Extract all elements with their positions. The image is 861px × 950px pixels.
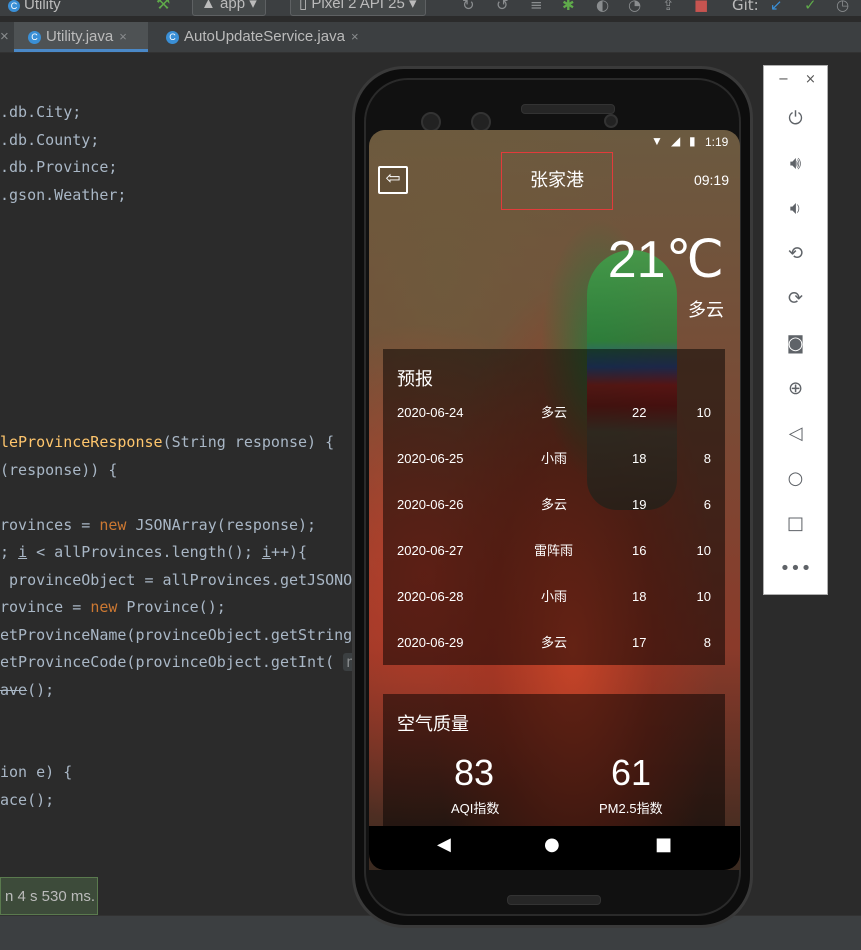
git-label: Git:	[732, 0, 759, 14]
wifi-icon: ▼	[651, 134, 663, 148]
top-speaker	[521, 104, 615, 114]
debug-bug-icon[interactable]: ✱	[562, 0, 575, 14]
nav-back-icon[interactable]: ◀	[437, 834, 451, 855]
nav-back-button[interactable]: ⇦	[378, 166, 408, 194]
back-icon[interactable]: ◁	[764, 419, 827, 449]
bottom-speaker	[507, 895, 601, 905]
sensor-icon	[471, 112, 491, 132]
minimize-button[interactable]: −	[778, 72, 789, 87]
status-time: 1:19	[705, 135, 729, 149]
code-line: (response)) {	[0, 461, 118, 479]
code-line: leProvinceResponse(String response) {	[0, 433, 335, 451]
gauge-icon[interactable]: ◔	[628, 0, 641, 14]
apply-code-changes-icon[interactable]: ↺	[496, 0, 509, 14]
phone-status-bar: ▼ ◢ ▮ 1:19	[369, 130, 740, 154]
close-icon[interactable]: ×	[119, 29, 127, 44]
volume-down-icon[interactable]: 🔉︎	[764, 194, 827, 224]
forecast-row: 2020-06-25 小雨 18 8	[397, 451, 711, 466]
code-line: etProvinceName(provinceObject.getString	[0, 626, 353, 644]
forecast-row: 2020-06-29 多云 17 8	[397, 635, 711, 650]
current-temperature: 21℃	[607, 231, 724, 289]
battery-icon: ▮	[689, 134, 696, 148]
code-line: etProvinceCode(provinceObject.getInt( n	[0, 653, 359, 671]
signal-icon: ◢	[671, 134, 681, 148]
power-icon[interactable]: ⏻	[764, 104, 827, 134]
code-line: provinceObject = allProvinces.getJSONO	[0, 571, 353, 589]
update-time: 09:19	[693, 172, 729, 188]
forecast-row: 2020-06-28 小雨 18 10	[397, 589, 711, 604]
pm25-value: 61	[611, 752, 652, 793]
forecast-row: 2020-06-24 多云 22 10	[397, 405, 711, 420]
nav-home-icon[interactable]: ●	[544, 834, 560, 855]
history-icon[interactable]: ◷	[836, 0, 849, 14]
code-line: .gson.Weather;	[0, 186, 127, 204]
rotate-left-icon[interactable]: ⟲	[764, 239, 827, 269]
class-icon: C	[28, 31, 41, 44]
build-toast[interactable]: n 4 s 530 ms.	[0, 877, 98, 915]
code-line: rovince = new Province();	[0, 598, 226, 616]
aqi-label: AQI指数	[451, 801, 500, 816]
git-update-icon[interactable]: ↙	[770, 0, 783, 14]
run-coverage-icon[interactable]: ⇪	[662, 0, 675, 14]
proximity-sensor	[604, 114, 618, 128]
tab-overflow-close[interactable]: ×	[0, 22, 10, 52]
code-line: .db.City;	[0, 103, 82, 121]
build-hammer-icon[interactable]: ⚒	[156, 0, 170, 13]
profile-icon[interactable]: ◐	[596, 0, 609, 14]
device-select[interactable]: ▯ Pixel 2 API 25 ▾	[290, 0, 426, 16]
code-line: rovinces = new JSONArray(response);	[0, 516, 317, 534]
camera-icon[interactable]: ◙	[764, 329, 827, 359]
ide-toolbar: C Utility ⚒ ▲ app ▾ ▯ Pixel 2 API 25 ▾ ↻ …	[0, 0, 861, 16]
run-config-select[interactable]: ▲ app ▾	[192, 0, 266, 16]
weather-screen: ▼ ◢ ▮ 1:19 ⇦ 张家港 09:19 21℃ 多云 预报 2020-06…	[369, 130, 740, 870]
close-button[interactable]: ×	[805, 72, 816, 87]
aqi-card: 空气质量 83 AQI指数 61 PM2.5指数	[383, 694, 725, 834]
zoom-icon[interactable]: ⊕	[764, 374, 827, 404]
forecast-row: 2020-06-27 雷阵雨 16 10	[397, 543, 711, 558]
emulator-controls: − × ⏻ 🔊︎ 🔉︎ ⟲ ⟳ ◙ ⊕ ◁ ○ □ •••	[763, 65, 828, 595]
nav-recents-icon[interactable]: ■	[655, 834, 672, 855]
aqi-title: 空气质量	[397, 714, 469, 735]
tab-utility-java[interactable]: C Utility.java ×	[14, 22, 148, 52]
overview-icon[interactable]: □	[764, 509, 827, 539]
rotate-right-icon[interactable]: ⟳	[764, 284, 827, 314]
project-title: C Utility	[8, 0, 61, 13]
apply-changes-icon[interactable]: ↻	[462, 0, 475, 14]
editor-tabs: × C Utility.java × C AutoUpdateService.java…	[0, 22, 861, 53]
pm25-label: PM2.5指数	[599, 801, 663, 816]
home-icon[interactable]: ○	[764, 464, 827, 494]
code-line: ion e) {	[0, 763, 73, 781]
forecast-card: 预报 2020-06-24 多云 22 10 2020-06-25 小雨 18 …	[383, 349, 725, 665]
stop-icon[interactable]: ■	[694, 0, 708, 14]
aqi-value: 83	[454, 752, 495, 793]
front-camera-icon	[421, 112, 441, 132]
code-line: .db.Province;	[0, 158, 118, 176]
city-title: 张家港	[501, 152, 613, 210]
volume-up-icon[interactable]: 🔊︎	[764, 149, 827, 179]
weather-info: 多云	[688, 300, 724, 321]
class-icon: C	[166, 31, 179, 44]
code-line: ave();	[0, 681, 55, 699]
class-icon: C	[8, 0, 20, 12]
android-nav-bar: ◀ ● ■	[369, 826, 740, 870]
tab-autoupdateservice-java[interactable]: C AutoUpdateService.java ×	[152, 22, 384, 52]
code-line: ; i < allProvinces.length(); i++){	[0, 543, 308, 561]
forecast-title: 预报	[397, 369, 433, 390]
attach-debugger-icon[interactable]: ≡	[530, 0, 543, 14]
more-icon[interactable]: •••	[764, 554, 827, 584]
forecast-row: 2020-06-26 多云 19 6	[397, 497, 711, 512]
git-commit-icon[interactable]: ✓	[804, 0, 817, 14]
code-line: .db.County;	[0, 131, 100, 149]
code-line: ace();	[0, 791, 55, 809]
close-icon[interactable]: ×	[351, 29, 359, 44]
